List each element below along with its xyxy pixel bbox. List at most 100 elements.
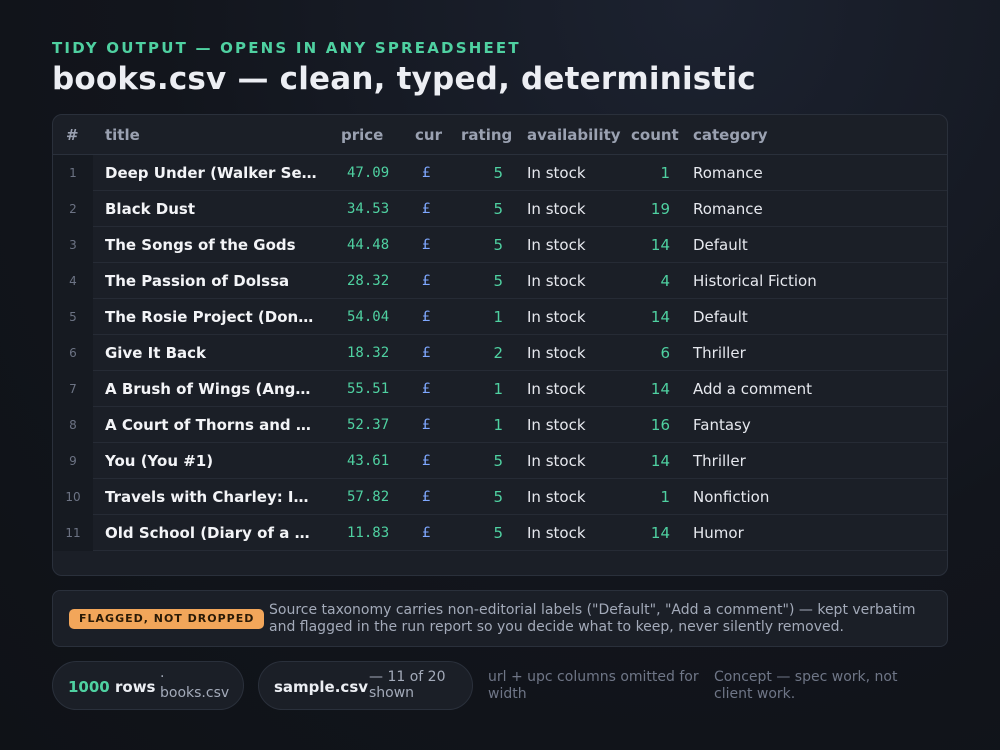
cell-count: 14 <box>650 380 670 398</box>
row-index: 2 <box>69 202 77 216</box>
cell-count: 14 <box>650 308 670 326</box>
cell-title: The Passion of Dolssa <box>105 272 290 290</box>
row-index: 5 <box>69 310 77 324</box>
cell-category: Romance <box>693 200 763 218</box>
flag-badge: FLAGGED, NOT DROPPED <box>69 609 265 629</box>
cell-title: A Brush of Wings (Ange… <box>105 380 317 398</box>
cell-currency: £ <box>422 525 431 541</box>
cell-rating: 5 <box>493 488 503 506</box>
row-index: 6 <box>69 346 77 360</box>
cell-title: The Rosie Project (Don … <box>105 308 317 326</box>
table-row[interactable]: 4 The Passion of Dolssa 28.32 £5 In stock 4 Hi… <box>53 263 947 299</box>
cell-availability: In stock <box>527 308 586 326</box>
table-row[interactable]: 11 Old School (Diary of a … 11.83 £5 In stoc… <box>53 515 947 551</box>
row-index: 4 <box>69 274 77 288</box>
sample-count-label: — 11 of 20 shown <box>369 669 446 701</box>
flag-notice: FLAGGED, NOT DROPPED Source taxonomy car… <box>52 590 948 647</box>
cell-price: 11.83 <box>347 525 390 541</box>
cell-price: 55.51 <box>347 381 390 397</box>
col-header-category[interactable]: category <box>693 126 768 144</box>
col-header-title[interactable]: title <box>105 126 140 144</box>
cell-title: Black Dust <box>105 200 196 218</box>
rows-file-label: · books.csv <box>160 669 230 701</box>
cell-rating: 2 <box>493 344 503 362</box>
cell-currency: £ <box>422 345 431 361</box>
cell-currency: £ <box>422 453 431 469</box>
col-header-availability[interactable]: availability <box>527 126 621 144</box>
table-row[interactable]: 1 Deep Under (Walker Se… 47.09 £5 In stock 1 R… <box>53 155 947 191</box>
cell-currency: £ <box>422 417 431 433</box>
cell-rating: 5 <box>493 452 503 470</box>
row-index: 9 <box>69 454 77 468</box>
cell-currency: £ <box>422 309 431 325</box>
cell-category: Thriller <box>693 452 746 470</box>
cell-price: 34.53 <box>347 201 390 217</box>
cell-availability: In stock <box>527 524 586 542</box>
cell-category: Historical Fiction <box>693 272 817 290</box>
cell-availability: In stock <box>527 488 586 506</box>
cell-price: 44.48 <box>347 237 390 253</box>
cell-category: Add a comment <box>693 380 813 398</box>
cell-rating: 1 <box>493 308 503 326</box>
col-header-rating[interactable]: rating <box>461 126 512 144</box>
table-row[interactable]: 7 A Brush of Wings (Ange… 55.51 £1 In stock 1… <box>53 371 947 407</box>
cell-availability: In stock <box>527 344 586 362</box>
cell-category: Default <box>693 236 748 254</box>
table-row[interactable]: 3 The Songs of the Gods 44.48 £5 In stock 14 D… <box>53 227 947 263</box>
sample-file-pill: sample.csv — 11 of 20 shown <box>258 661 473 710</box>
rows-count-value: 1000 <box>68 678 110 696</box>
cell-currency: £ <box>422 165 431 181</box>
table-row[interactable]: 9 You (You #1) 43.61 £5 In stock 14 Thriller <box>53 443 947 479</box>
cell-availability: In stock <box>527 236 586 254</box>
table-row[interactable]: 6 Give It Back 18.32 £2 In stock 6 Thriller <box>53 335 947 371</box>
table-row[interactable]: 10 Travels with Charley: In… 57.82 £5 In sto… <box>53 479 947 515</box>
col-header-count[interactable]: count <box>631 126 679 144</box>
cell-title: You (You #1) <box>105 452 214 470</box>
cell-category: Humor <box>693 524 744 542</box>
table-row[interactable]: 8 A Court of Thorns and R… 52.37 £1 In stock… <box>53 407 947 443</box>
cell-count: 1 <box>660 164 670 182</box>
cell-category: Nonfiction <box>693 488 770 506</box>
col-header-cur[interactable]: cur <box>415 126 442 144</box>
cell-price: 57.82 <box>347 489 390 505</box>
cell-rating: 1 <box>493 416 503 434</box>
eyebrow-label: TIDY OUTPUT — OPENS IN ANY SPREADSHEET <box>52 39 521 57</box>
cell-count: 4 <box>660 272 670 290</box>
cell-rating: 1 <box>493 380 503 398</box>
rows-count-label: rows <box>115 678 156 696</box>
cell-price: 18.32 <box>347 345 390 361</box>
cell-category: Romance <box>693 164 763 182</box>
cell-rating: 5 <box>493 272 503 290</box>
row-index: 7 <box>69 382 77 396</box>
cell-count: 1 <box>660 488 670 506</box>
cell-availability: In stock <box>527 380 586 398</box>
page-title: books.csv — clean, typed, deterministic <box>52 61 756 97</box>
cell-title: Give It Back <box>105 344 207 362</box>
rows-count-pill: 1000 rows · books.csv <box>52 661 244 710</box>
cell-price: 43.61 <box>347 453 390 469</box>
table-row[interactable]: 2 Black Dust 34.53 £5 In stock 19 Romance <box>53 191 947 227</box>
table-row[interactable]: 5 The Rosie Project (Don … 54.04 £1 In stock… <box>53 299 947 335</box>
row-index: 3 <box>69 238 77 252</box>
cell-category: Fantasy <box>693 416 751 434</box>
row-index: 11 <box>65 526 81 540</box>
cell-availability: In stock <box>527 164 586 182</box>
cell-title: Deep Under (Walker Se… <box>105 164 317 182</box>
sample-file-label: sample.csv <box>274 678 369 696</box>
cell-title: The Songs of the Gods <box>105 236 296 254</box>
data-table: # title price cur rating availability co… <box>52 114 948 576</box>
col-header-index[interactable]: # <box>66 126 79 144</box>
cell-title: Travels with Charley: In… <box>105 488 317 506</box>
omitted-columns-note: url + upc columns omitted for width <box>488 669 699 702</box>
flag-description: Source taxonomy carries non-editorial la… <box>269 602 916 635</box>
row-index: 1 <box>69 166 77 180</box>
row-index: 8 <box>69 418 77 432</box>
cell-currency: £ <box>422 237 431 253</box>
cell-currency: £ <box>422 381 431 397</box>
cell-currency: £ <box>422 489 431 505</box>
cell-availability: In stock <box>527 452 586 470</box>
col-header-price[interactable]: price <box>341 126 383 144</box>
cell-category: Thriller <box>693 344 746 362</box>
cell-category: Default <box>693 308 748 326</box>
cell-currency: £ <box>422 273 431 289</box>
